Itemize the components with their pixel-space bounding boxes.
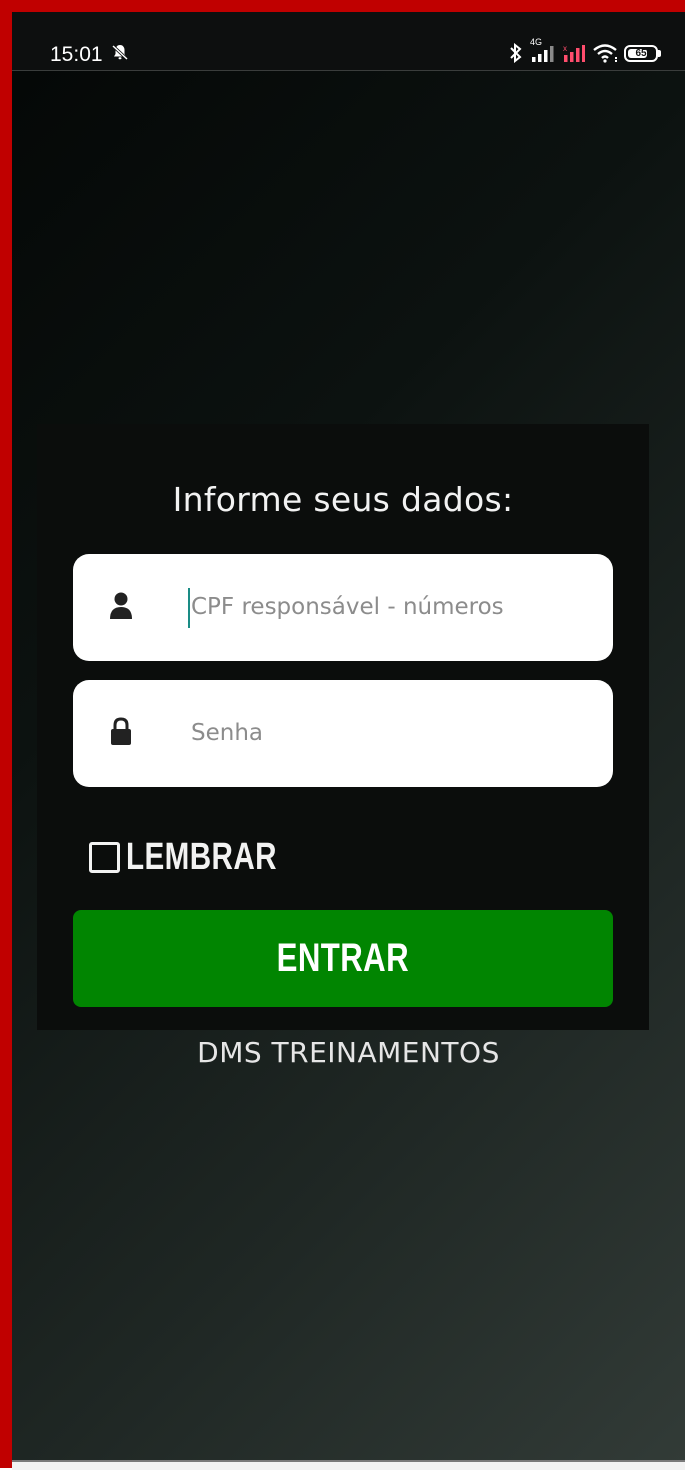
status-bar: 15:01 4G x 65 [12,12,685,71]
signal-icon: 4G [530,37,556,63]
cpf-field[interactable] [73,554,613,661]
enter-button[interactable]: ENTRAR [73,910,613,1007]
password-field[interactable] [73,680,613,787]
login-card: Informe seus dados: LEMBRAR [37,424,649,1030]
battery-level: 65 [635,47,647,59]
bottom-edge [12,1460,685,1470]
dnd-icon [111,43,129,61]
password-input[interactable] [183,712,611,754]
remember-checkbox[interactable] [89,842,120,873]
phone-screen: 15:01 4G x 65 Informe seus dados: CPF re… [12,12,685,1462]
cpf-input[interactable] [183,586,611,628]
footer-brand: DMS TREINAMENTOS [197,1036,500,1069]
bluetooth-icon [508,43,524,63]
user-icon [109,590,133,620]
enter-button-label: ENTRAR [276,936,410,980]
text-cursor [188,588,190,628]
network-type-label: 4G [530,37,543,47]
svg-text:x: x [563,44,567,53]
status-icons: 4G x 65 [508,37,661,64]
status-time: 15:01 [50,43,103,66]
lock-icon [109,716,133,746]
wifi-icon [592,43,618,63]
remember-label: LEMBRAR [126,836,277,878]
remember-toggle[interactable]: LEMBRAR [89,836,319,879]
signal-no-service-icon: x [562,43,586,63]
login-title: Informe seus dados: [172,480,514,519]
battery-icon: 65 [624,44,661,62]
